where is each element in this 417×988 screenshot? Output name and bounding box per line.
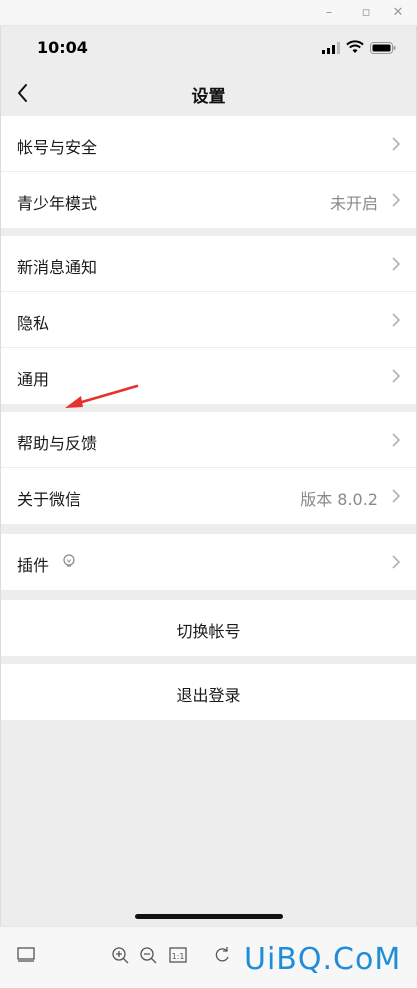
page-title: 设置 xyxy=(191,87,226,107)
row-privacy[interactable]: 隐私 xyxy=(1,292,416,348)
row-label: 通用 xyxy=(17,370,50,389)
row-label: 插件 xyxy=(17,556,50,575)
home-indicator xyxy=(135,914,283,919)
annotation-arrow xyxy=(65,384,139,408)
settings-group-plugins: 插件 xyxy=(1,534,416,590)
chevron-right-icon xyxy=(392,489,400,503)
chevron-right-icon xyxy=(392,313,400,327)
window-title-bar: – ▫ ✕ xyxy=(0,0,417,26)
row-label: 青少年模式 xyxy=(17,194,98,213)
row-notifications[interactable]: 新消息通知 xyxy=(1,236,416,292)
close-icon[interactable]: ✕ xyxy=(388,3,408,23)
phone-screen: 10:04 设置 帐号与安全 青少年模式 未开启 新消息通知 隐私 通用 帮助与… xyxy=(0,26,417,926)
chevron-right-icon xyxy=(392,555,400,569)
status-bar: 10:04 xyxy=(1,26,416,70)
cellular-signal-icon xyxy=(322,42,340,54)
row-label: 新消息通知 xyxy=(17,258,98,277)
version-value: 版本 8.0.2 xyxy=(300,490,378,509)
row-label: 帮助与反馈 xyxy=(17,434,98,453)
navigation-bar: 设置 xyxy=(1,70,416,116)
row-label: 帐号与安全 xyxy=(17,138,98,157)
zoom-in-icon[interactable] xyxy=(110,945,130,965)
row-teen-mode[interactable]: 青少年模式 未开启 xyxy=(1,172,416,228)
row-help-feedback[interactable]: 帮助与反馈 xyxy=(1,412,416,468)
minimize-icon[interactable]: – xyxy=(319,3,339,23)
maximize-icon[interactable]: ▫ xyxy=(356,3,376,23)
row-value: 未开启 xyxy=(329,194,378,213)
settings-group-help: 帮助与反馈 关于微信 版本 8.0.2 xyxy=(1,412,416,524)
row-account-security[interactable]: 帐号与安全 xyxy=(1,116,416,172)
chevron-right-icon xyxy=(392,257,400,271)
watermark-logo: UiBQ.CoM xyxy=(244,942,402,977)
switch-account-button[interactable]: 切换帐号 xyxy=(1,600,416,656)
lightbulb-icon xyxy=(63,554,75,567)
wifi-icon xyxy=(346,40,364,53)
chevron-right-icon xyxy=(392,137,400,151)
zoom-out-icon[interactable] xyxy=(138,945,158,965)
chevron-right-icon xyxy=(392,193,400,207)
row-plugins[interactable]: 插件 xyxy=(1,534,416,590)
status-time: 10:04 xyxy=(37,38,88,57)
settings-group-general: 新消息通知 隐私 通用 xyxy=(1,236,416,404)
row-label: 隐私 xyxy=(17,314,50,333)
row-about-wechat[interactable]: 关于微信 版本 8.0.2 xyxy=(1,468,416,524)
switch-account-label: 切换帐号 xyxy=(176,622,241,641)
rotate-icon[interactable] xyxy=(212,945,232,965)
chevron-right-icon xyxy=(392,369,400,383)
logout-button[interactable]: 退出登录 xyxy=(1,664,416,720)
svg-text:1:1: 1:1 xyxy=(172,952,185,961)
battery-icon xyxy=(370,42,396,54)
chevron-right-icon xyxy=(392,433,400,447)
logout-label: 退出登录 xyxy=(176,686,241,705)
settings-group-account: 帐号与安全 青少年模式 未开启 xyxy=(1,116,416,228)
row-label: 关于微信 xyxy=(17,490,82,509)
actual-size-icon[interactable]: 1:1 xyxy=(168,945,188,965)
panel-icon[interactable] xyxy=(16,945,36,965)
